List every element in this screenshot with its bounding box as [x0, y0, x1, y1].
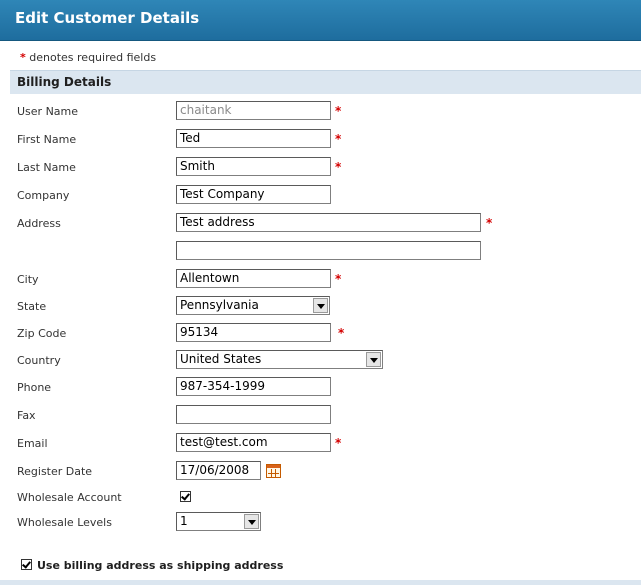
city-required-star: *: [335, 272, 342, 286]
last-name-field[interactable]: Smith: [176, 157, 331, 176]
first-name-required-star: *: [335, 132, 342, 146]
register-date-field[interactable]: 17/06/2008: [176, 461, 261, 480]
company-label: Company: [17, 189, 70, 202]
wholesale-account-checkbox[interactable]: [180, 491, 191, 502]
use-billing-as-shipping-checkbox[interactable]: [21, 559, 32, 570]
chevron-down-icon[interactable]: [244, 514, 259, 529]
phone-field[interactable]: 987-354-1999: [176, 377, 331, 396]
address-required-star: *: [486, 216, 493, 230]
register-date-label: Register Date: [17, 465, 93, 478]
last-name-required-star: *: [335, 160, 342, 174]
wholesale-levels-select[interactable]: 1: [176, 512, 261, 531]
billing-section-header: Billing Details: [10, 70, 641, 94]
address-line1-field[interactable]: Test address: [176, 213, 481, 232]
title-bar: Edit Customer Details: [0, 0, 641, 41]
phone-label: Phone: [17, 381, 52, 394]
zip-code-label: Zip Code: [17, 327, 67, 340]
email-label: Email: [17, 437, 48, 450]
email-field[interactable]: test@test.com: [176, 433, 331, 452]
zip-code-required-star: *: [338, 326, 345, 340]
use-billing-as-shipping-label: Use billing address as shipping address: [37, 559, 284, 572]
zip-code-field[interactable]: 95134: [176, 323, 331, 342]
city-field[interactable]: Allentown: [176, 269, 331, 288]
address-line2-field[interactable]: [176, 241, 481, 260]
state-label: State: [17, 300, 47, 313]
city-label: City: [17, 273, 39, 286]
email-required-star: *: [335, 436, 342, 450]
section-divider: [0, 580, 641, 585]
fax-field[interactable]: [176, 405, 331, 424]
country-select[interactable]: United States: [176, 350, 383, 369]
chevron-down-icon[interactable]: [366, 352, 381, 367]
address-label: Address: [17, 217, 61, 230]
page-title: Edit Customer Details: [15, 9, 200, 27]
first-name-field[interactable]: Ted: [176, 129, 331, 148]
first-name-label: First Name: [17, 133, 77, 146]
fax-label: Fax: [17, 409, 36, 422]
last-name-label: Last Name: [17, 161, 76, 174]
required-note: * denotes required fields: [20, 51, 156, 64]
billing-section-title: Billing Details: [17, 75, 112, 89]
state-select[interactable]: Pennsylvania: [176, 296, 330, 315]
username-field[interactable]: chaitank: [176, 101, 331, 120]
wholesale-levels-selected-value: 1: [180, 514, 188, 528]
chevron-down-icon[interactable]: [313, 298, 328, 313]
wholesale-levels-label: Wholesale Levels: [17, 516, 112, 529]
state-selected-value: Pennsylvania: [180, 298, 259, 312]
username-label: User Name: [17, 105, 79, 118]
country-label: Country: [17, 354, 61, 367]
username-required-star: *: [335, 104, 342, 118]
wholesale-account-label: Wholesale Account: [17, 491, 122, 504]
calendar-icon[interactable]: [266, 464, 281, 478]
country-selected-value: United States: [180, 352, 262, 366]
required-note-text: denotes required fields: [25, 51, 157, 64]
company-field[interactable]: Test Company: [176, 185, 331, 204]
